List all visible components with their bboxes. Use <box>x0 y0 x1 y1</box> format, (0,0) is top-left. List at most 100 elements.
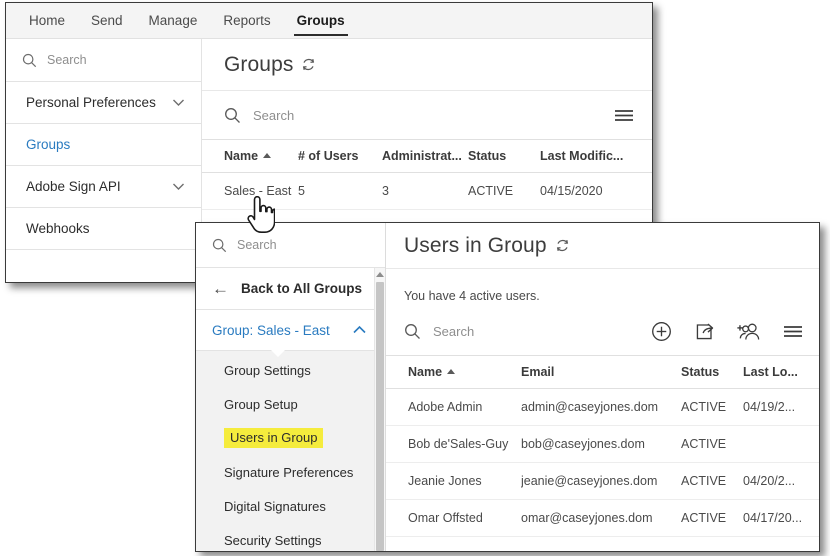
sidebar-item-label: Signature Preferences <box>224 464 354 480</box>
refresh-icon[interactable] <box>301 57 316 72</box>
search-icon <box>212 238 227 253</box>
users-search-placeholder: Search <box>433 323 475 339</box>
column-header-name[interactable]: Name <box>202 139 298 173</box>
hamburger-menu-icon[interactable] <box>783 324 803 339</box>
chevron-down-icon <box>172 98 185 107</box>
sidebar-item-group-setup[interactable]: Group Setup <box>196 387 385 421</box>
chevron-up-icon <box>352 325 367 335</box>
sidebar-item-groups[interactable]: Groups <box>6 124 201 166</box>
sidebar-item-users-in-group[interactable]: Users in Group <box>196 421 385 455</box>
hamburger-menu-icon[interactable] <box>614 108 634 123</box>
users-sidebar-search-input[interactable]: Search <box>196 223 385 268</box>
topnav-item-send[interactable]: Send <box>78 3 136 38</box>
column-header-status[interactable]: Status <box>468 139 540 173</box>
sidebar-item-label: Digital Signatures <box>224 498 326 514</box>
column-label: Name <box>408 365 443 379</box>
column-header-email[interactable]: Email <box>521 355 681 389</box>
group-submenu: Group Settings Group Setup Users in Grou… <box>196 350 385 551</box>
sidebar-item-label: Group Settings <box>224 362 311 378</box>
sidebar-search-input[interactable]: Search <box>6 39 201 82</box>
groups-table: Name # of Users Administrat... Status La… <box>202 139 652 210</box>
table-row[interactable]: Omar Offsted omar@caseyjones.dom ACTIVE … <box>386 499 819 537</box>
refresh-icon[interactable] <box>555 238 570 253</box>
add-user-plus-circle-icon[interactable] <box>651 321 672 342</box>
users-window-body: Search ← Back to All Groups Group: Sales… <box>196 223 819 551</box>
sidebar-item-label: Security Settings <box>224 532 322 548</box>
back-to-all-groups-button[interactable]: ← Back to All Groups <box>196 268 385 310</box>
groups-title-bar: Groups <box>202 39 652 91</box>
users-sidebar: Search ← Back to All Groups Group: Sales… <box>196 223 386 551</box>
arrow-left-icon: ← <box>212 279 229 298</box>
users-search-row: Search <box>386 307 819 355</box>
group-header-label: Group: Sales - East <box>212 322 330 338</box>
column-label: Email <box>521 365 555 379</box>
topnav-label: Home <box>29 13 66 28</box>
column-header-administrators[interactable]: Administrat... <box>382 139 468 173</box>
cell-user-name[interactable]: Omar Offsted <box>386 499 521 537</box>
column-label: Status <box>681 365 720 379</box>
cell-last-modified: 04/15/2020 <box>540 172 652 210</box>
users-main-panel: Users in Group You have 4 active users. … <box>386 223 819 551</box>
active-users-note: You have 4 active users. <box>404 289 540 303</box>
search-icon <box>224 107 241 124</box>
cell-administrators: 3 <box>382 172 468 210</box>
column-header-last-modified[interactable]: Last Modific... <box>540 139 652 173</box>
back-label: Back to All Groups <box>241 281 363 296</box>
cell-email: omar@caseyjones.dom <box>521 499 681 537</box>
cell-user-name[interactable]: Jeanie Jones <box>386 462 521 500</box>
sidebar-item-personal-preferences[interactable]: Personal Preferences <box>6 82 201 124</box>
cell-email: admin@caseyjones.dom <box>521 388 681 426</box>
sidebar-search-placeholder: Search <box>47 53 87 67</box>
sidebar-item-group-settings[interactable]: Group Settings <box>196 353 385 387</box>
column-header-last-login[interactable]: Last Lo... <box>743 355 819 389</box>
column-header-num-users[interactable]: # of Users <box>298 139 382 173</box>
sidebar-item-adobe-sign-api[interactable]: Adobe Sign API <box>6 166 201 208</box>
table-row[interactable]: Adobe Admin admin@caseyjones.dom ACTIVE … <box>386 388 819 426</box>
scroll-up-arrow-icon[interactable] <box>375 268 385 281</box>
table-row[interactable]: Bob de'Sales-Guy bob@caseyjones.dom ACTI… <box>386 425 819 463</box>
topnav-item-reports[interactable]: Reports <box>210 3 283 38</box>
chevron-down-icon <box>172 182 185 191</box>
table-row[interactable]: Jeanie Jones jeanie@caseyjones.dom ACTIV… <box>386 462 819 500</box>
export-share-icon[interactable] <box>694 321 715 342</box>
search-icon <box>22 53 37 68</box>
add-users-to-group-icon[interactable] <box>737 321 761 342</box>
cell-user-name[interactable]: Adobe Admin <box>386 388 521 426</box>
topnav-item-groups[interactable]: Groups <box>284 3 358 38</box>
sidebar-item-signature-preferences[interactable]: Signature Preferences <box>196 455 385 489</box>
group-header-toggle[interactable]: Group: Sales - East <box>196 310 385 357</box>
cell-status: ACTIVE <box>468 172 540 210</box>
users-in-group-window: Search ← Back to All Groups Group: Sales… <box>195 222 820 552</box>
cell-group-name[interactable]: Sales - East <box>202 172 298 210</box>
column-label: Last Lo... <box>743 365 798 379</box>
sidebar-item-label: Groups <box>26 137 71 152</box>
column-header-name[interactable]: Name <box>386 355 521 389</box>
topnav-label: Manage <box>148 13 198 28</box>
sidebar-item-security-settings[interactable]: Security Settings <box>196 523 385 551</box>
cell-email: bob@caseyjones.dom <box>521 425 681 463</box>
topnav-item-manage[interactable]: Manage <box>136 3 211 38</box>
sidebar-item-label: Adobe Sign API <box>26 179 121 194</box>
submenu-notch <box>270 349 286 357</box>
scrollbar-thumb[interactable] <box>376 282 384 551</box>
column-label: Status <box>468 149 507 163</box>
sidebar-item-digital-signatures[interactable]: Digital Signatures <box>196 489 385 523</box>
search-icon <box>404 323 421 340</box>
sidebar-scrollbar[interactable] <box>374 268 385 551</box>
table-row[interactable]: Sales - East 5 3 ACTIVE 04/15/2020 <box>202 172 652 210</box>
cell-user-name[interactable]: Bob de'Sales-Guy <box>386 425 521 463</box>
cell-num-users: 5 <box>298 172 382 210</box>
topnav-item-home[interactable]: Home <box>16 3 78 38</box>
column-label: # of Users <box>298 149 359 163</box>
groups-search-placeholder: Search <box>253 107 295 123</box>
cell-status: ACTIVE <box>681 499 743 537</box>
sidebar-item-webhooks[interactable]: Webhooks <box>6 208 201 250</box>
cell-last-login: 04/20/2... <box>743 462 819 500</box>
sort-ascending-icon <box>447 369 456 374</box>
cell-status: ACTIVE <box>681 462 743 500</box>
column-header-status[interactable]: Status <box>681 355 743 389</box>
page-title: Groups <box>224 52 294 76</box>
groups-table-header-row: Name # of Users Administrat... Status La… <box>202 139 652 173</box>
column-label: Name <box>224 149 259 163</box>
